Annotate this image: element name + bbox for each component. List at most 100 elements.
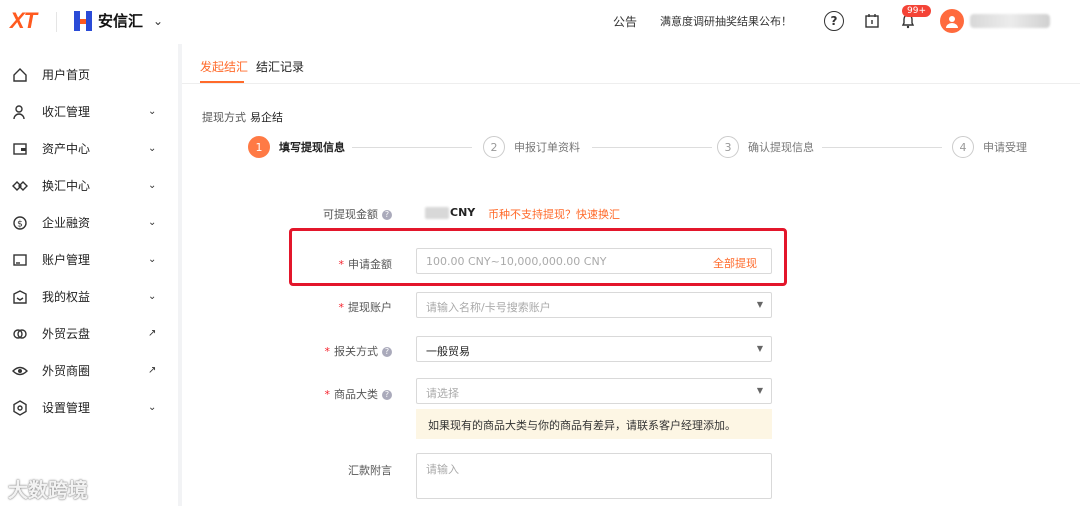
chevron-down-icon: ⌄: [148, 402, 157, 413]
external-link-icon: ↗: [148, 328, 157, 339]
sidebar-item-label: 企业融资: [42, 216, 91, 230]
available-amount-label: 可提现金额: [323, 208, 378, 221]
step-connector: [592, 147, 712, 148]
step-label: 确认提现信息: [748, 141, 814, 154]
amount-input[interactable]: 100.00 CNY~10,000,000.00 CNY 全部提现: [416, 248, 772, 274]
account-placeholder: 请输入名称/卡号搜索账户: [426, 301, 551, 314]
sidebar-item-assets[interactable]: 资产中心 ⌄: [0, 130, 178, 167]
sidebar-item-benefits[interactable]: 我的权益 ⌄: [0, 278, 178, 315]
user-name-blurred[interactable]: [970, 14, 1050, 28]
amount-label: 申请金额: [348, 258, 392, 271]
sidebar-item-label: 收汇管理: [42, 105, 91, 119]
customs-label: 报关方式: [334, 345, 378, 358]
cloud-icon: [10, 324, 30, 344]
svg-text:$: $: [17, 219, 23, 229]
tab-settlement-records[interactable]: 结汇记录: [256, 58, 304, 75]
quick-exchange-link[interactable]: 币种不支持提现？快速换汇: [488, 206, 620, 222]
available-amount-blurred: [425, 207, 449, 219]
sidebar-item-label: 设置管理: [42, 401, 91, 415]
step-number: 2: [483, 136, 505, 158]
sidebar-item-cloud-disk[interactable]: 外贸云盘 ↗: [0, 315, 178, 352]
caret-down-icon: ▼: [756, 300, 763, 309]
sidebar-item-label: 账户管理: [42, 253, 91, 267]
sidebar-item-exchange[interactable]: 换汇中心 ⌄: [0, 167, 178, 204]
step-label: 申请受理: [983, 141, 1027, 154]
category-label: 商品大类: [334, 388, 378, 401]
account-select[interactable]: 请输入名称/卡号搜索账户 ▼: [416, 292, 772, 318]
step-connector: [352, 147, 472, 148]
withdraw-method-value: 易企结: [250, 111, 283, 124]
sidebar-item-financing[interactable]: $ 企业融资 ⌄: [0, 204, 178, 241]
exchange-icon: [10, 176, 30, 196]
withdraw-method-label: 提现方式: [202, 111, 246, 124]
chevron-down-icon: ⌄: [148, 217, 157, 228]
chevron-down-icon: ⌄: [148, 291, 157, 302]
calendar-icon[interactable]: [862, 11, 882, 31]
main-panel: 发起结汇 结汇记录 提现方式 易企结 1 填写提现信息 2 申报订单资料 3 确…: [182, 44, 1080, 506]
notification-badge: 99+: [902, 5, 931, 17]
sidebar-item-label: 外贸云盘: [42, 327, 91, 341]
category-select[interactable]: 请选择 ▼: [416, 378, 772, 404]
tab-bar: 发起结汇 结汇记录: [182, 44, 1080, 84]
step-label: 申报订单资料: [514, 141, 580, 154]
gift-icon: [10, 287, 30, 307]
account-icon: [10, 250, 30, 270]
notice-text[interactable]: 满意度调研抽奖结果公布！: [660, 13, 792, 29]
xt-logo[interactable]: XT: [10, 8, 37, 34]
customs-select[interactable]: 一般贸易 ▼: [416, 336, 772, 362]
step-1: 1 填写提现信息: [248, 136, 345, 158]
chevron-down-icon: ⌄: [153, 13, 164, 28]
question-icon[interactable]: ?: [382, 347, 392, 357]
money-icon: $: [10, 213, 30, 233]
amount-placeholder: 100.00 CNY~10,000,000.00 CNY: [426, 255, 607, 268]
external-link-icon: ↗: [148, 365, 157, 376]
settings-icon: [10, 398, 30, 418]
sidebar-item-label: 资产中心: [42, 142, 91, 156]
customs-value: 一般贸易: [426, 345, 470, 358]
step-connector: [822, 147, 942, 148]
sidebar-item-account[interactable]: 账户管理 ⌄: [0, 241, 178, 278]
available-amount-row: 可提现金额?: [182, 206, 392, 222]
divider: [56, 12, 57, 32]
caret-down-icon: ▼: [756, 386, 763, 395]
user-avatar-icon[interactable]: [940, 9, 964, 33]
category-notice: 如果现有的商品大类与你的商品有差异，请联系客户经理添加。: [416, 409, 772, 439]
question-icon[interactable]: ?: [382, 390, 392, 400]
sidebar-item-label: 用户首页: [42, 68, 91, 82]
step-3: 3 确认提现信息: [717, 136, 814, 158]
tab-initiate-settlement[interactable]: 发起结汇: [200, 58, 248, 75]
brand-switcher[interactable]: 安信汇 ⌄: [74, 10, 163, 31]
step-number: 4: [952, 136, 974, 158]
sidebar-item-label: 换汇中心: [42, 179, 91, 193]
step-4: 4 申请受理: [952, 136, 1027, 158]
step-label: 填写提现信息: [279, 141, 345, 154]
remark-placeholder: 请输入: [426, 463, 459, 476]
caret-down-icon: ▼: [756, 344, 763, 353]
account-label: 提现账户: [348, 301, 392, 314]
remark-textarea[interactable]: 请输入: [416, 453, 772, 499]
amount-label-row: * 申请金额: [338, 258, 393, 271]
help-icon[interactable]: ?: [824, 11, 844, 31]
active-tab-indicator: [200, 81, 244, 83]
question-icon[interactable]: ?: [382, 210, 392, 220]
chevron-down-icon: ⌄: [148, 143, 157, 154]
notice-label[interactable]: 公告: [613, 13, 637, 30]
account-label-row: * 提现账户: [338, 301, 393, 314]
sidebar-item-collection[interactable]: 收汇管理 ⌄: [0, 93, 178, 130]
category-placeholder: 请选择: [426, 387, 459, 400]
brand-logo-icon: [74, 10, 92, 31]
wallet-icon: [10, 139, 30, 159]
chevron-down-icon: ⌄: [148, 106, 157, 117]
step-number: 1: [248, 136, 270, 158]
step-2: 2 申报订单资料: [483, 136, 580, 158]
step-number: 3: [717, 136, 739, 158]
home-icon: [10, 65, 30, 85]
brand-name: 安信汇: [98, 12, 144, 30]
sidebar-item-home[interactable]: 用户首页: [0, 56, 178, 93]
sidebar-item-trade-circle[interactable]: 外贸商圈 ↗: [0, 352, 178, 389]
sidebar-item-label: 我的权益: [42, 290, 91, 304]
withdraw-all-button[interactable]: 全部提现: [713, 255, 757, 271]
available-currency: CNY: [450, 206, 476, 219]
sidebar-item-settings[interactable]: 设置管理 ⌄: [0, 389, 178, 426]
remark-label-row: 汇款附言: [182, 462, 392, 478]
